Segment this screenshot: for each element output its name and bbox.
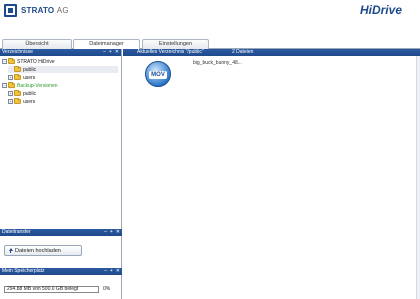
close-icon[interactable]: ✕ [116,268,120,275]
file-browser: Aktuelles Verzeichnis "/public" 2 Dateie… [123,49,420,299]
tree-item-label: STRATO HiDrive [17,58,55,65]
expand-toggle-icon[interactable]: + [8,99,13,104]
directories-panel-header: Verzeichnisse – + ✕ [0,49,121,56]
collapse-toggle-icon[interactable]: − [2,83,7,88]
current-directory-header: Aktuelles Verzeichnis "/public" 2 Dateie… [123,49,420,56]
tree-item-backup-users[interactable]: + users [8,98,35,105]
logo-text: STRATO AG [21,6,69,15]
collapse-icon[interactable]: – [103,49,106,56]
tree-item-strato-hidrive[interactable]: − STRATO HiDrive [2,58,55,65]
upload-icon [8,248,13,253]
mov-label: MOV [149,71,167,79]
folder-icon [8,58,15,64]
tree-item-label: users [23,74,36,81]
tab-uebersicht[interactable]: Übersicht [2,39,72,49]
storage-percent: 0% [103,286,111,292]
transfer-panel-header: Dateitransfer – + ✕ [0,229,122,236]
transfer-panel: Dateitransfer – + ✕ Dateien hochladen [0,229,122,256]
expand-icon[interactable]: + [109,49,112,56]
file-count: 2 Dateien [232,49,254,55]
collapse-icon[interactable]: – [104,229,107,236]
expand-icon[interactable]: + [110,268,113,275]
file-list-scrollbar[interactable] [416,56,420,299]
folder-icon [14,98,21,104]
collapse-toggle-icon[interactable]: − [2,59,7,64]
file-name[interactable]: big_buck_bunny_48... [193,60,242,66]
collapse-icon[interactable]: – [104,268,107,275]
close-icon[interactable]: ✕ [115,49,119,56]
product-name: HiDrive [359,3,402,17]
logo-suffix: AG [56,6,69,15]
tree-item-label: Backup-Versionen [17,82,58,89]
storage-panel: Mein Speicherplatz – + ✕ 294.88 MB von 5… [0,268,122,293]
directory-tree: − STRATO HiDrive public + users − Backup… [0,56,121,228]
tree-item-label: public [23,66,37,73]
tree-item-label: public [23,90,37,97]
folder-icon [8,82,15,88]
strato-logo[interactable]: STRATO AG [4,4,69,17]
storage-title: Mein Speicherplatz [2,268,45,274]
upload-files-button[interactable]: Dateien hochladen [4,245,82,256]
directories-title: Verzeichnisse [2,49,33,55]
storage-panel-header: Mein Speicherplatz – + ✕ [0,268,122,275]
tab-einstellungen[interactable]: Einstellungen [142,39,209,49]
folder-icon [14,66,21,72]
current-directory-title: Aktuelles Verzeichnis "/public" [137,49,204,55]
tree-item-backup-public[interactable]: + public [8,90,36,97]
tree-item-users[interactable]: + users [8,74,35,81]
file-item[interactable]: MOV [145,61,171,87]
tree-item-label: users [23,98,36,105]
strato-logo-icon [4,4,17,17]
folder-icon [14,90,21,96]
tree-item-public[interactable]: public [8,66,118,73]
app-header: STRATO AG HiDrive [0,0,420,38]
upload-button-label: Dateien hochladen [15,247,61,254]
storage-quota-bar: 294.88 MB von 500.0 GB belegt [4,286,99,293]
main-tabs: Übersicht Dateimanager Einstellungen [0,38,420,50]
folder-icon [14,74,21,80]
close-icon[interactable]: ✕ [116,229,120,236]
expand-icon[interactable]: + [110,229,113,236]
tree-item-backup-versionen[interactable]: − Backup-Versionen [2,82,58,89]
transfer-title: Dateitransfer [2,229,31,235]
expand-toggle-icon[interactable]: + [8,91,13,96]
mov-file-icon: MOV [145,61,171,87]
logo-brand: STRATO [21,6,55,15]
expand-toggle-icon[interactable]: + [8,75,13,80]
sidebar: Verzeichnisse – + ✕ − STRATO HiDrive pub… [0,49,122,299]
